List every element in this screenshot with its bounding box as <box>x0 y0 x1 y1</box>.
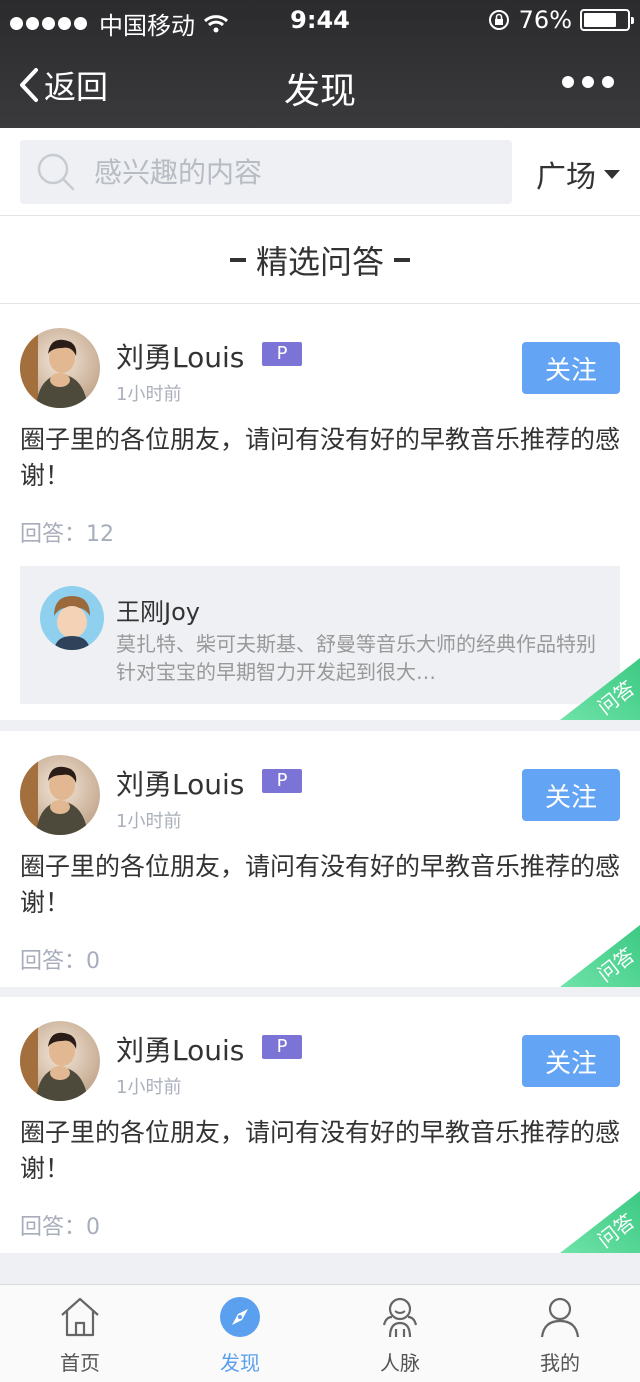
tab-label: 人脉 <box>380 1351 420 1375</box>
answer-count: 回答：0 <box>20 949 100 974</box>
reply-avatar[interactable] <box>40 586 104 650</box>
user-badge: P <box>262 769 302 793</box>
tab-label: 我的 <box>540 1351 580 1375</box>
question-text[interactable]: 圈子里的各位朋友，请问有没有好的早教音乐推荐的感谢！ <box>20 849 620 921</box>
divider <box>394 257 410 262</box>
user-name[interactable]: 刘勇Louis <box>116 336 244 376</box>
question-card[interactable]: 刘勇Louis P 1小时前 关注 圈子里的各位朋友，请问有没有好的早教音乐推荐… <box>0 997 640 1253</box>
top-bar: 中国移动 9:44 76% 返回 发现 <box>0 0 640 128</box>
question-card[interactable]: 刘勇Louis P 1小时前 关注 圈子里的各位朋友，请问有没有好的早教音乐推荐… <box>0 731 640 987</box>
section-title: 精选问答 <box>255 242 384 281</box>
filter-label: 广场 <box>536 160 596 195</box>
status-bar: 中国移动 9:44 76% <box>0 0 640 40</box>
reply-user-name[interactable]: 王刚Joy <box>116 592 200 627</box>
post-time: 1小时前 <box>116 811 182 832</box>
tab-discover[interactable]: 发现 <box>160 1293 320 1376</box>
divider <box>229 257 246 262</box>
search-icon <box>37 153 75 191</box>
follow-button[interactable]: 关注 <box>522 769 620 821</box>
question-card[interactable]: 刘勇Louis P 1小时前 关注 圈子里的各位朋友，请问有没有好的早教音乐推荐… <box>0 304 640 720</box>
search-box[interactable] <box>20 140 512 204</box>
more-button[interactable] <box>562 76 614 88</box>
avatar[interactable] <box>20 755 100 835</box>
answer-count: 回答：12 <box>20 522 114 547</box>
rotation-lock-icon <box>488 10 509 30</box>
tab-label: 发现 <box>220 1351 260 1375</box>
avatar[interactable] <box>20 328 100 408</box>
search-input[interactable] <box>94 155 454 189</box>
contacts-icon <box>382 1297 418 1338</box>
caret-down-icon <box>604 169 620 179</box>
filter-dropdown[interactable]: 广场 <box>536 152 620 196</box>
reply-text: 莫扎特、柴可夫斯基、舒曼等音乐大师的经典作品特别针对宝宝的早期智力开发起到很大… <box>116 632 596 684</box>
tab-home[interactable]: 首页 <box>0 1293 160 1376</box>
tab-label: 首页 <box>60 1351 100 1375</box>
answer-count: 回答：0 <box>20 1215 100 1240</box>
question-text[interactable]: 圈子里的各位朋友，请问有没有好的早教音乐推荐的感谢！ <box>20 1115 620 1187</box>
user-name[interactable]: 刘勇Louis <box>116 763 244 803</box>
nav-bar: 返回 发现 <box>0 40 640 128</box>
post-time: 1小时前 <box>116 1077 182 1098</box>
section-heading: 精选问答 <box>0 216 640 304</box>
user-photo-icon <box>20 755 100 835</box>
compass-icon <box>220 1297 260 1337</box>
follow-button[interactable]: 关注 <box>522 1035 620 1087</box>
battery-percent: 76% <box>518 6 572 34</box>
user-badge: P <box>262 1035 302 1059</box>
tab-profile[interactable]: 我的 <box>480 1293 640 1376</box>
qa-tag: 问答 <box>560 925 640 987</box>
top-reply[interactable]: 王刚Joy 莫扎特、柴可夫斯基、舒曼等音乐大师的经典作品特别针对宝宝的早期智力开… <box>20 566 620 704</box>
more-dot-icon <box>562 76 574 88</box>
user-photo-icon <box>20 328 100 408</box>
page-title: 发现 <box>283 71 356 112</box>
user-photo-icon <box>20 1021 100 1101</box>
home-icon <box>61 1297 99 1337</box>
child-photo-icon <box>40 586 104 650</box>
qa-tag: 问答 <box>560 1191 640 1253</box>
question-text[interactable]: 圈子里的各位朋友，请问有没有好的早教音乐推荐的感谢！ <box>20 422 620 494</box>
qa-tag: 问答 <box>560 658 640 720</box>
user-badge: P <box>262 342 302 366</box>
follow-button[interactable]: 关注 <box>522 342 620 394</box>
profile-icon <box>540 1297 580 1338</box>
tab-contacts[interactable]: 人脉 <box>320 1293 480 1376</box>
battery-icon <box>580 9 634 31</box>
post-time: 1小时前 <box>116 384 182 405</box>
user-name[interactable]: 刘勇Louis <box>116 1029 244 1069</box>
search-bar: 广场 <box>0 128 640 216</box>
tab-bar: 首页 发现 人脉 我的 <box>0 1284 640 1382</box>
avatar[interactable] <box>20 1021 100 1101</box>
